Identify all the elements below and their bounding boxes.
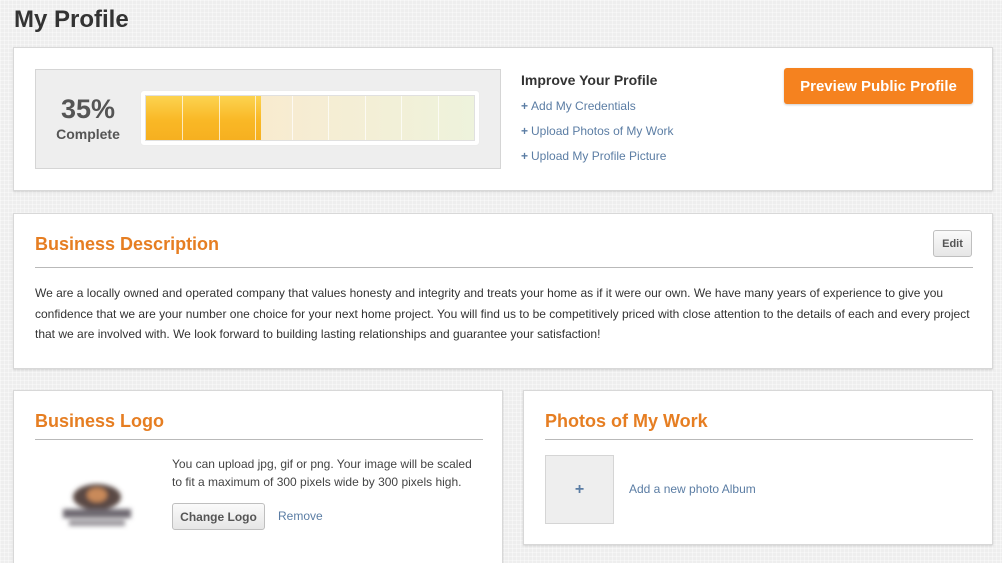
add-photo-album-link[interactable]: Add a new photo Album: [629, 482, 756, 496]
change-logo-button[interactable]: Change Logo: [172, 503, 265, 530]
section-divider: [35, 439, 483, 440]
progress-bar: [140, 90, 480, 146]
progress-bar-segment: [291, 96, 293, 140]
add-album-tile[interactable]: +: [545, 455, 614, 524]
progress-bar-segment: [255, 96, 257, 140]
remove-logo-link[interactable]: Remove: [278, 509, 323, 523]
preview-public-profile-button[interactable]: Preview Public Profile: [784, 68, 973, 104]
progress-bar-segment: [401, 96, 403, 140]
page-title: My Profile: [14, 6, 129, 33]
photos-of-my-work-card: Photos of My Work + Add a new photo Albu…: [523, 390, 993, 545]
business-description-text: We are a locally owned and operated comp…: [35, 286, 970, 341]
upload-photos-link[interactable]: + Upload Photos of My Work: [521, 124, 674, 138]
plus-icon: +: [521, 124, 529, 138]
progress-bar-segment: [218, 96, 220, 140]
progress-bar-segment: [364, 96, 366, 140]
company-logo-image: [63, 484, 131, 526]
improve-profile: Improve Your Profile + Add My Credentials…: [521, 72, 674, 174]
plus-icon: +: [574, 480, 585, 498]
progress-box: 35% Complete: [35, 69, 501, 169]
section-divider: [35, 267, 973, 268]
plus-icon: +: [521, 99, 529, 113]
upload-profile-picture-link[interactable]: + Upload My Profile Picture: [521, 149, 674, 163]
progress-bar-segment: [328, 96, 330, 140]
progress-bar-segment: [182, 96, 184, 140]
business-logo-title: Business Logo: [35, 411, 165, 431]
profile-progress-card: 35% Complete Improve Your Profile + Add M…: [13, 47, 993, 191]
progress-bar-fill: [146, 96, 261, 140]
business-description-card: Business Description Edit We are a local…: [13, 213, 993, 369]
section-divider: [545, 439, 973, 440]
improve-profile-title: Improve Your Profile: [521, 72, 658, 88]
progress-bar-segment: [437, 96, 439, 140]
progress-bar-track: [145, 95, 475, 141]
progress-percent: 35%: [60, 94, 116, 124]
photos-title: Photos of My Work: [545, 411, 708, 431]
business-logo-card: Business Logo You can upload jpg, gif or…: [13, 390, 503, 563]
progress-complete-label: Complete: [56, 126, 120, 142]
business-description-title: Business Description: [35, 234, 220, 254]
logo-help-text: You can upload jpg, gif or png. Your ima…: [172, 457, 472, 489]
edit-description-button[interactable]: Edit: [933, 230, 972, 257]
add-credentials-link[interactable]: + Add My Credentials: [521, 99, 674, 113]
plus-icon: +: [521, 149, 529, 163]
